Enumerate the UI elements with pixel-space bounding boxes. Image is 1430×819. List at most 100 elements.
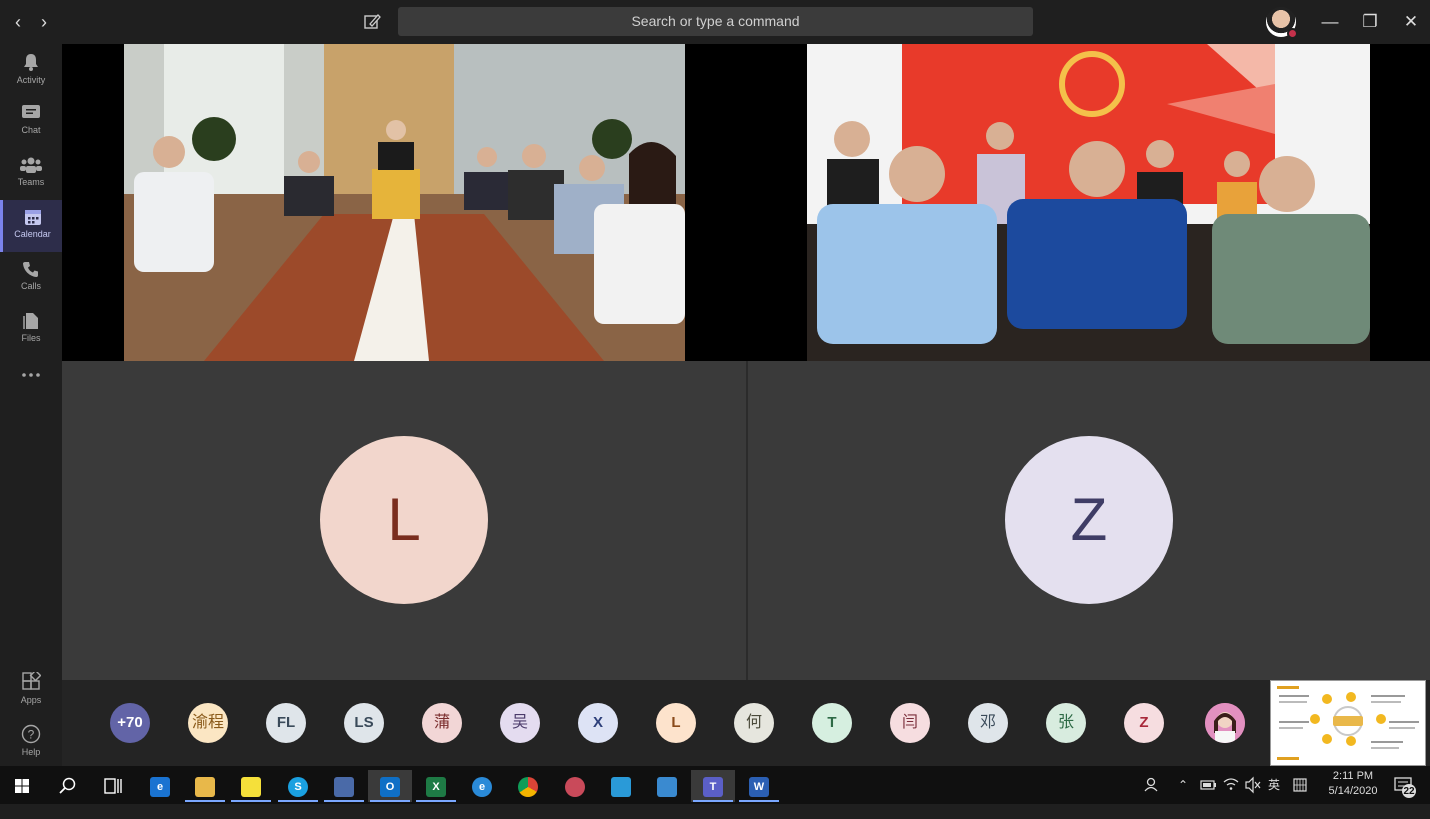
taskbar-app-outlook[interactable]: O: [368, 770, 412, 802]
start-button[interactable]: [0, 770, 44, 802]
rail-item-apps[interactable]: Apps: [0, 664, 62, 716]
participant-photo-avatar[interactable]: [1205, 703, 1245, 743]
action-center-button[interactable]: 22: [1392, 766, 1418, 804]
participant-tile-l[interactable]: L: [62, 361, 746, 680]
remote-desktop-icon: [334, 777, 354, 797]
participant-tile-z[interactable]: Z: [748, 361, 1430, 680]
clock-date: 5/14/2020: [1328, 785, 1378, 797]
taskbar-app-remote-desktop[interactable]: [322, 770, 366, 802]
participant-avatar[interactable]: LS: [344, 703, 384, 743]
meeting-stage: L Z: [62, 44, 1430, 680]
back-icon[interactable]: ‹: [6, 10, 30, 34]
rail-item-teams[interactable]: Teams: [0, 148, 62, 200]
rail-label: Teams: [17, 177, 45, 187]
status-dot-icon: [1287, 28, 1298, 39]
video-row: [62, 44, 1430, 361]
forward-icon[interactable]: ›: [32, 10, 56, 34]
rail-label: Calls: [20, 281, 41, 291]
app-rail: Activity Chat Teams Calendar Calls Files…: [0, 44, 62, 764]
minimize-icon[interactable]: —: [1318, 10, 1342, 34]
chat-icon: [22, 105, 40, 118]
app-icon: [611, 777, 631, 797]
battery-icon[interactable]: [1200, 766, 1218, 804]
volume-muted-icon[interactable]: [1244, 766, 1262, 804]
taskbar-app-skype[interactable]: S: [276, 770, 320, 802]
rail-item-files[interactable]: Files: [0, 304, 62, 356]
file-icon: [23, 313, 38, 329]
ime-language-indicator[interactable]: 英: [1268, 766, 1282, 804]
compose-icon[interactable]: [360, 10, 384, 34]
apps-icon: [22, 672, 41, 690]
participant-avatar[interactable]: 何: [734, 703, 774, 743]
taskbar-app-word[interactable]: W: [737, 770, 781, 802]
user-avatar[interactable]: [1266, 7, 1298, 39]
help-icon: ?: [21, 724, 41, 744]
title-bar: ‹ › Search or type a command — ❐ ✕: [0, 0, 1430, 44]
rail-item-calls[interactable]: Calls: [0, 252, 62, 304]
ie-icon: e: [472, 777, 492, 797]
participant-strip: +70 渝程 FL LS 蒲 吴 X L 何 T 闫 邓 张 Z: [62, 680, 1430, 766]
video-feed-red-room[interactable]: [807, 44, 1370, 361]
taskbar-app-chrome[interactable]: [506, 770, 550, 802]
shared-content-thumbnail[interactable]: [1270, 680, 1426, 766]
participant-avatar[interactable]: FL: [266, 703, 306, 743]
video-feed-conference-room[interactable]: [124, 44, 685, 361]
running-indicator: [324, 800, 364, 802]
taskbar-app-teams[interactable]: T: [691, 770, 735, 802]
taskbar-app-edge[interactable]: e: [138, 770, 182, 802]
search-icon: [59, 777, 76, 794]
taskbar-app-generic[interactable]: [599, 770, 643, 802]
participant-avatar[interactable]: T: [812, 703, 852, 743]
people-icon[interactable]: [1143, 766, 1165, 804]
rail-label: Chat: [21, 125, 41, 135]
participant-avatar[interactable]: Z: [1124, 703, 1164, 743]
participant-avatar-z: Z: [1005, 436, 1173, 604]
clock[interactable]: 2:11 PM 5/14/2020: [1318, 769, 1388, 799]
svg-text:?: ?: [28, 728, 35, 742]
clock-time: 2:11 PM: [1332, 770, 1374, 782]
rail-more-button[interactable]: [0, 362, 62, 402]
excel-icon: X: [426, 777, 446, 797]
taskbar-search-button[interactable]: [45, 770, 89, 802]
participant-avatar[interactable]: 邓: [968, 703, 1008, 743]
participant-avatar[interactable]: L: [656, 703, 696, 743]
rail-item-calendar[interactable]: Calendar: [0, 200, 62, 252]
running-indicator: [693, 800, 733, 802]
ime-mode-icon[interactable]: [1292, 766, 1308, 804]
teams-icon: [20, 157, 42, 173]
participant-avatar[interactable]: X: [578, 703, 618, 743]
taskbar-app-sticky-notes[interactable]: [229, 770, 273, 802]
close-icon[interactable]: ✕: [1399, 10, 1423, 34]
rail-label: Help: [21, 747, 41, 757]
rail-item-activity[interactable]: Activity: [0, 44, 62, 96]
taskbar-app-snip[interactable]: [553, 770, 597, 802]
participant-avatar[interactable]: 张: [1046, 703, 1086, 743]
running-indicator: [739, 800, 779, 802]
rail-label: Apps: [20, 695, 42, 705]
participant-avatar[interactable]: 蒲: [422, 703, 462, 743]
sticky-notes-icon: [241, 777, 261, 797]
taskbar-app-file-explorer[interactable]: [183, 770, 227, 802]
task-view-button[interactable]: [90, 770, 134, 802]
task-view-icon: [104, 778, 122, 794]
search-input[interactable]: Search or type a command: [398, 7, 1033, 36]
rail-item-chat[interactable]: Chat: [0, 96, 62, 148]
participant-avatar[interactable]: 渝程: [188, 703, 228, 743]
wifi-icon[interactable]: [1223, 766, 1239, 804]
skype-icon: S: [288, 777, 308, 797]
rail-item-help[interactable]: ? Help: [0, 716, 62, 768]
edge-icon: e: [150, 777, 170, 797]
running-indicator: [278, 800, 318, 802]
chevron-up-icon[interactable]: ⌃: [1178, 766, 1192, 804]
windows-taskbar: e S O X e T W ⌃ 英 2:11 PM 5/14/2020 22: [0, 766, 1430, 804]
overflow-participants-button[interactable]: +70: [110, 703, 150, 743]
running-indicator: [416, 800, 456, 802]
participant-avatar[interactable]: 闫: [890, 703, 930, 743]
taskbar-app-internet-explorer[interactable]: e: [460, 770, 504, 802]
participant-avatar[interactable]: 吴: [500, 703, 540, 743]
taskbar-app-mail[interactable]: [645, 770, 689, 802]
mail-icon: [657, 777, 677, 797]
maximize-icon[interactable]: ❐: [1358, 10, 1382, 34]
running-indicator: [185, 800, 225, 802]
taskbar-app-excel[interactable]: X: [414, 770, 458, 802]
